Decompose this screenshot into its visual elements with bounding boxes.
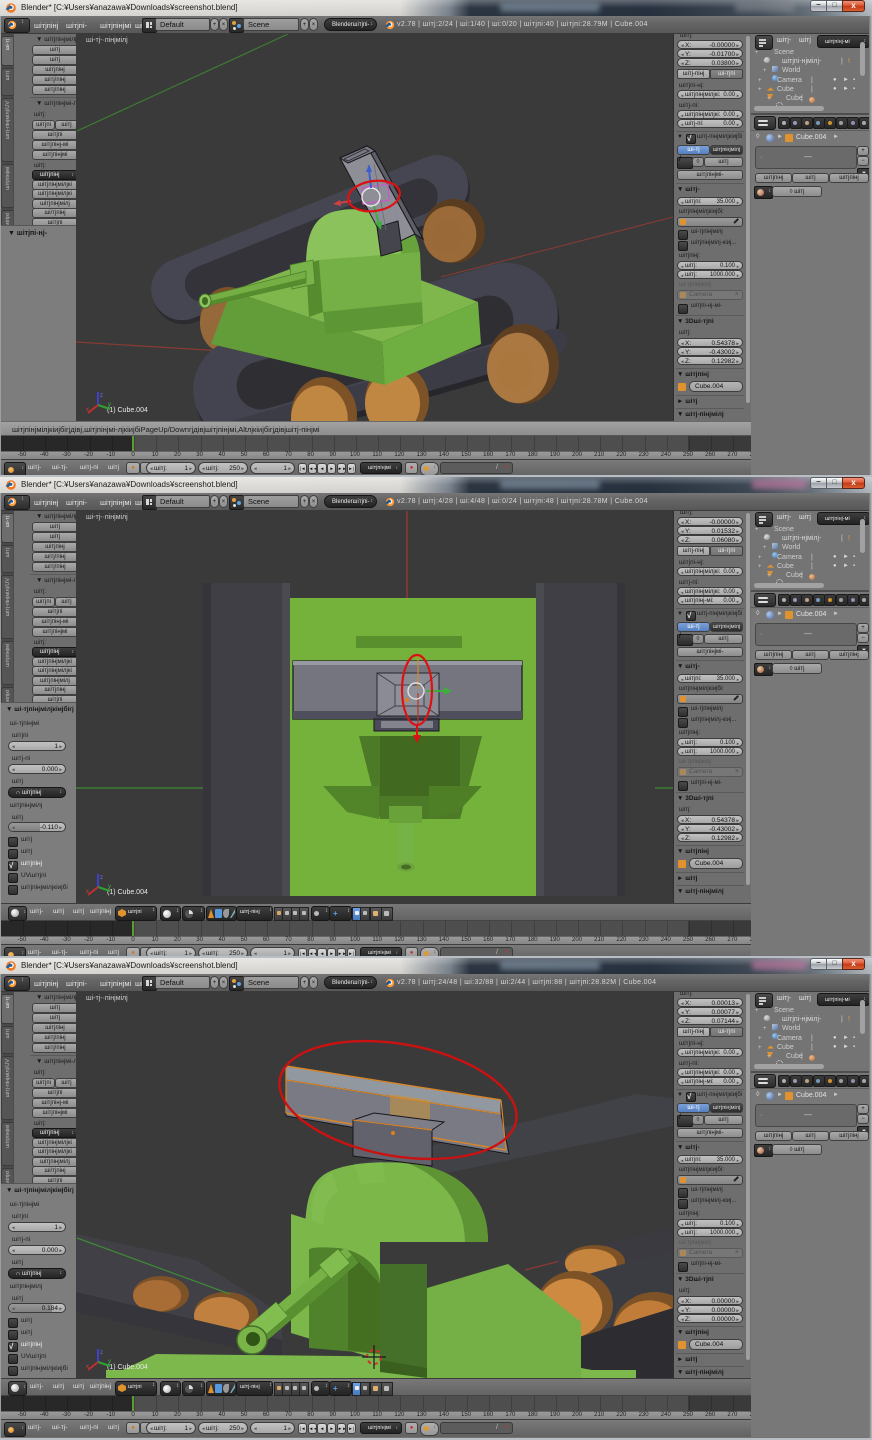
svg-text:y: y — [108, 402, 111, 408]
svg-text:x: x — [86, 1364, 89, 1370]
svg-text:x: x — [86, 889, 89, 895]
svg-text:z: z — [100, 1350, 103, 1356]
svg-text:z: z — [100, 875, 103, 881]
svg-text:y: y — [108, 884, 111, 890]
svg-text:x: x — [86, 407, 89, 413]
svg-text:z: z — [100, 393, 103, 399]
svg-text:y: y — [108, 1359, 111, 1365]
